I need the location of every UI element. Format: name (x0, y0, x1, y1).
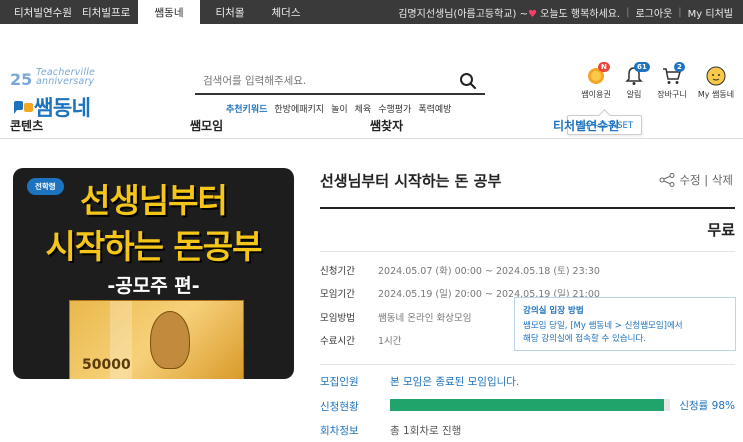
session-row: 회차정보 총 1회차로 진행 (320, 423, 461, 438)
anniversary-icon: 25 (10, 70, 32, 89)
notification-label: 알림 (626, 90, 642, 99)
tab-ssemdongne[interactable]: 쌤동네 (138, 0, 200, 24)
info-label: 신청기간 (320, 266, 355, 277)
poster-line2: 시작하는 돈공부 (45, 227, 262, 266)
nav-ssem-moim[interactable]: 쌤모임 (190, 117, 223, 134)
tab-teacher-mall[interactable]: 티처몰 (200, 0, 260, 24)
edit-button[interactable]: 수정 (679, 173, 700, 187)
notice-line1: 쌤모임 당일, [My 쌤동네 > 신청쌤모임]에서 (523, 321, 683, 331)
info-value: 1시간 (378, 336, 402, 347)
my-ssemdongne-label: My 쌤동네 (697, 90, 735, 99)
cart-button[interactable]: 2 장바구니 (653, 62, 691, 100)
application-progress-bar (390, 399, 670, 411)
main-nav: 콘텐츠 쌤모임 쌤찾자 티처빌연수원 (0, 112, 743, 139)
voucher-label: 쌤이용권 (581, 90, 611, 99)
application-rate: 신청률 98% (679, 400, 735, 412)
heart-icon: ♥ (528, 8, 537, 20)
session-label: 회차정보 (320, 425, 359, 437)
logout-link[interactable]: 로그아웃 (635, 5, 672, 20)
status-label: 신청현황 (320, 401, 359, 413)
search-bar (195, 69, 485, 95)
share-actions: 수정 | 삭제 (659, 172, 733, 188)
nav-teacherville-academy[interactable]: 티처빌연수원 (553, 117, 619, 134)
voucher-button[interactable]: N 쌤이용권 (577, 62, 615, 100)
recruit-row: 모집인원 본 모임은 종료된 모임입니다. (320, 374, 519, 389)
info-row-meeting-method: 모임방법 쌤동네 온라인 화상모임 (320, 310, 471, 324)
my-ssemdongne-button[interactable]: My 쌤동네 (691, 64, 741, 100)
recruit-label: 모집인원 (320, 376, 359, 388)
divider (320, 207, 735, 209)
divider (320, 364, 735, 365)
share-icon[interactable] (659, 173, 675, 187)
notification-button[interactable]: 61 알림 (615, 62, 653, 100)
notice-line2: 해당 강의실에 접속할 수 있습니다. (523, 334, 646, 344)
status-row: 신청현황 (320, 399, 390, 414)
banknote-image: 50000 (69, 300, 244, 379)
top-bar: 티처빌연수원 티처빌프로 쌤동네 티처몰 체더스 김명지선생님(아름고등학교) … (0, 0, 743, 24)
notice-title: 강의실 입장 방법 (523, 306, 584, 316)
info-label: 모임방법 (320, 313, 355, 324)
info-value: 쌤동네 온라인 화상모임 (378, 313, 472, 324)
info-row-completion-time: 수료시간 1시간 (320, 333, 402, 347)
price: 무료 (707, 221, 735, 239)
user-menu: 김명지선생님(아름고등학교) ~♥ 오늘도 행복하세요. | 로그아웃 | My… (398, 0, 743, 24)
user-greeting: 김명지선생님(아름고등학교) ~♥ 오늘도 행복하세요. (398, 8, 621, 20)
tab-teacherville-academy[interactable]: 티처빌연수원 (0, 0, 72, 24)
divider: | (626, 6, 630, 18)
poster-line3: -공모주 편- (107, 275, 200, 297)
divider (320, 251, 735, 252)
cart-label: 장바구니 (657, 90, 687, 99)
session-value: 총 1회차로 진행 (390, 425, 462, 437)
info-label: 수료시간 (320, 336, 355, 347)
my-teacherville-link[interactable]: My 티처빌 (688, 5, 733, 20)
info-value: 2024.05.07 (화) 00:00 ~ 2024.05.18 (토) 23… (378, 266, 600, 277)
delete-button[interactable]: 삭제 (712, 173, 733, 187)
notification-badge: 61 (634, 62, 650, 72)
poster-tag: 전학령 (27, 178, 64, 195)
avatar-icon (706, 66, 726, 86)
info-label: 모임기간 (320, 289, 355, 300)
logo-subtitle: Teacherville anniversary (36, 67, 96, 87)
voucher-badge: N (598, 62, 610, 72)
nav-ssem-chatja[interactable]: 쌤찾자 (370, 117, 403, 134)
progress-fill (390, 399, 665, 411)
svg-text:25: 25 (10, 70, 32, 89)
search-icon[interactable] (459, 72, 477, 90)
tab-chedus[interactable]: 체더스 (260, 0, 312, 24)
info-row-apply-period: 신청기간 2024.05.07 (화) 00:00 ~ 2024.05.18 (토… (320, 263, 600, 277)
user-icons: N 쌤이용권 61 알림 2 장바구니 My 쌤동네 (577, 62, 741, 100)
event-poster: 선생님부터 전학령 시작하는 돈공부 -공모주 편- 50000 (13, 168, 294, 379)
search-input[interactable] (195, 69, 445, 93)
header: 25 Teachervilleanniversary 쌤동네 추천키워드 한방에… (0, 24, 743, 135)
page-title: 선생님부터 시작하는 돈 공부 (320, 172, 502, 190)
divider: | (678, 6, 682, 18)
classroom-entry-notice: 강의실 입장 방법 쌤모임 당일, [My 쌤동네 > 신청쌤모임]에서 해당 … (514, 297, 736, 351)
bill-value: 50000 (82, 357, 131, 373)
portrait-image (150, 311, 190, 369)
tab-teacherville-pro[interactable]: 티처빌프로 (70, 0, 138, 24)
recruit-value: 본 모임은 종료된 모임입니다. (390, 376, 520, 388)
nav-contents[interactable]: 콘텐츠 (10, 117, 43, 134)
cart-badge: 2 (674, 62, 685, 72)
